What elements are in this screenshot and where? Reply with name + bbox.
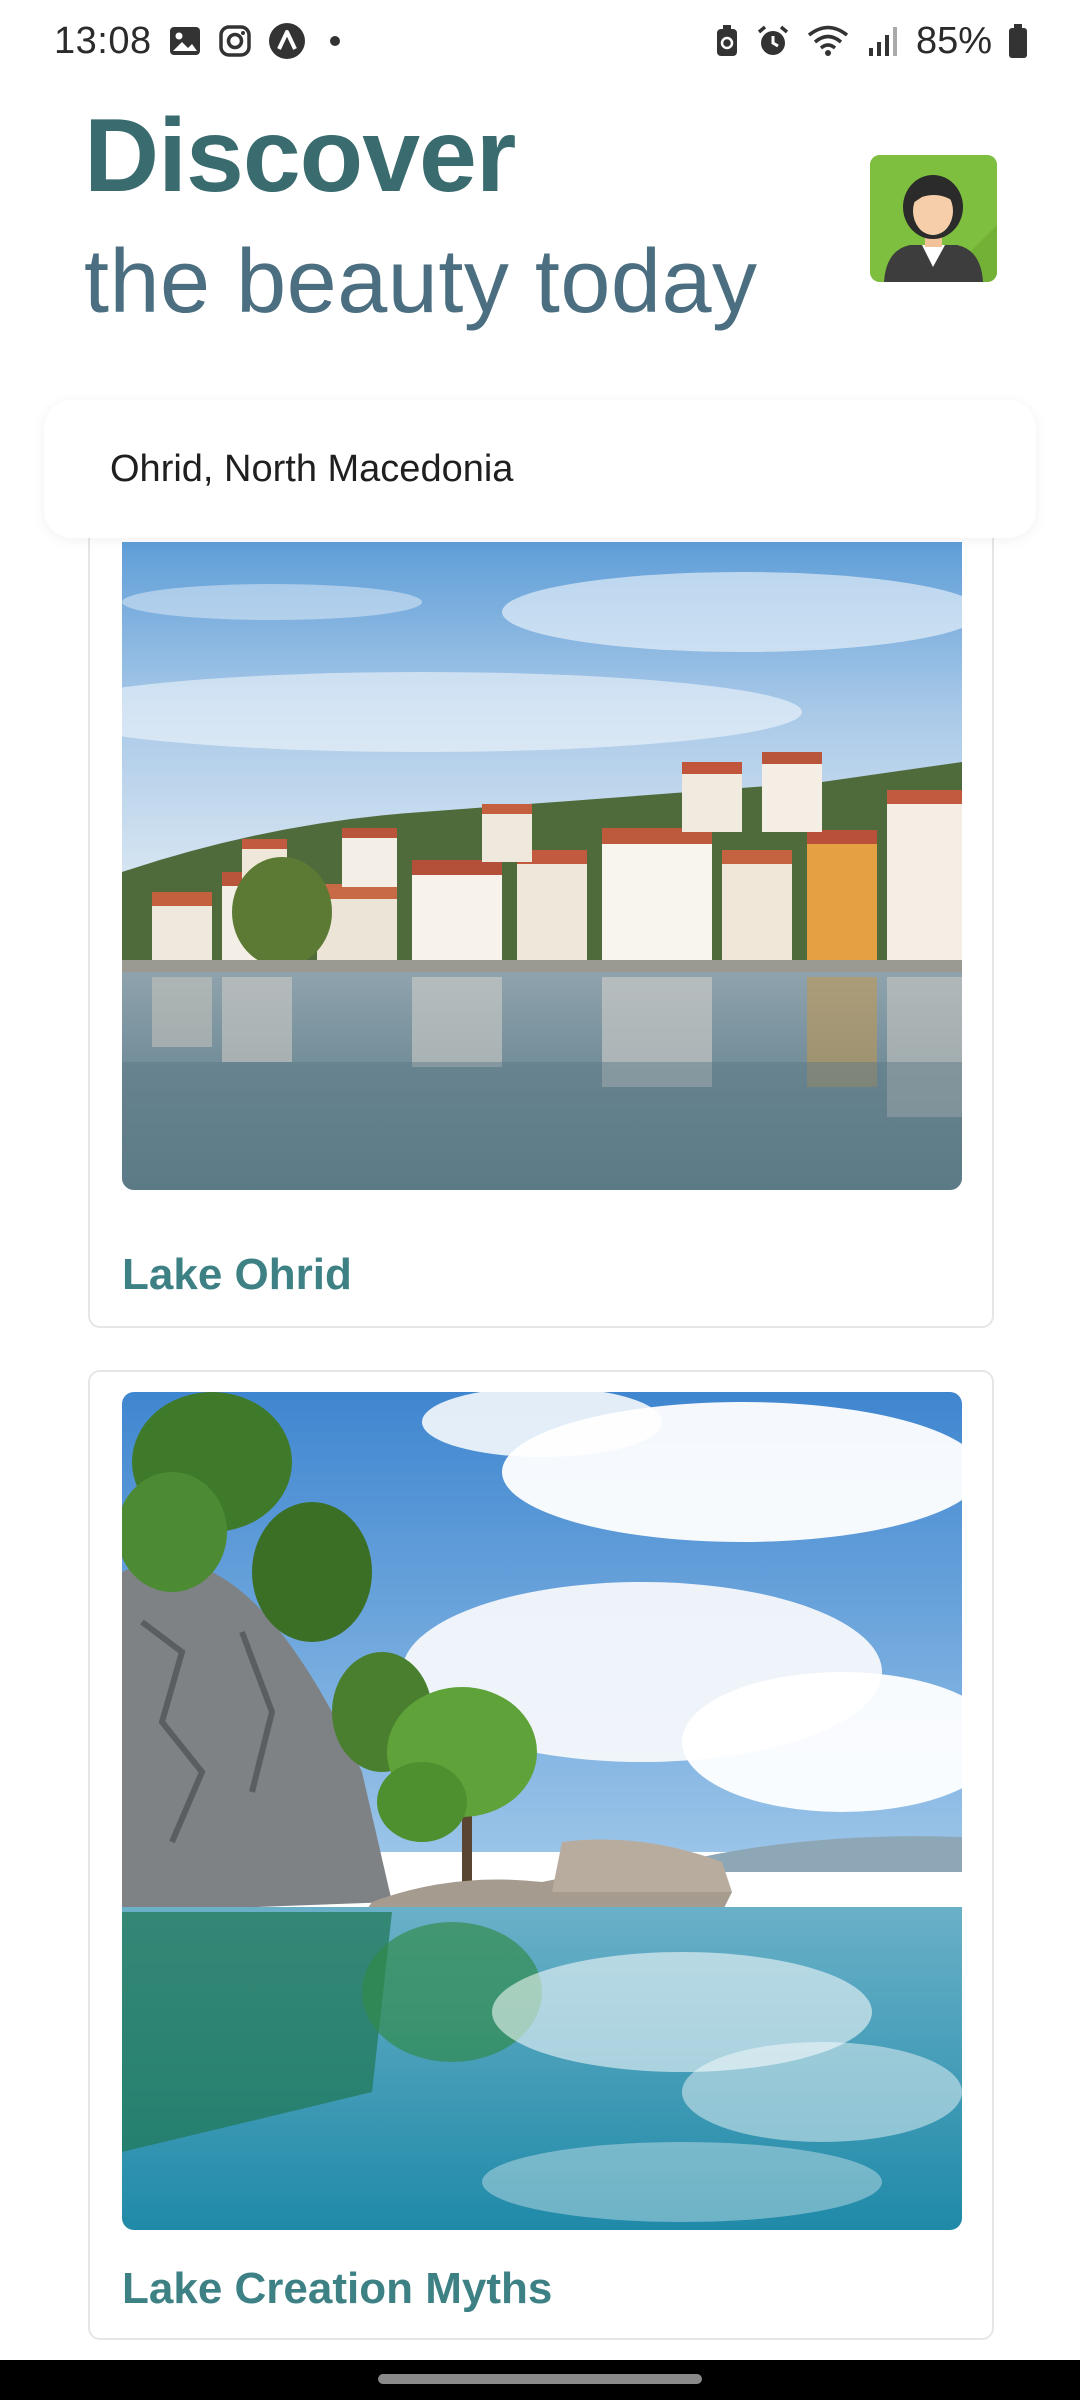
battery-percentage: 85% <box>915 19 992 62</box>
battery-icon <box>1008 23 1028 59</box>
place-card[interactable]: Lake Ohrid <box>88 470 994 1328</box>
instagram-icon <box>218 24 252 58</box>
status-bar: 13:08 85% <box>0 0 1080 82</box>
home-gesture-handle[interactable] <box>378 2374 702 2384</box>
status-right: 85% <box>714 20 1028 63</box>
system-navigation-bar <box>0 2360 1080 2400</box>
gallery-icon <box>168 24 202 58</box>
location-search-input[interactable]: Ohrid, North Macedonia <box>44 400 1036 538</box>
user-avatar-icon[interactable] <box>870 155 997 282</box>
place-card[interactable]: Lake Creation Myths <box>88 1370 994 2340</box>
wifi-icon <box>806 24 850 58</box>
status-time: 13:08 <box>54 19 152 62</box>
card-title: Lake Ohrid <box>122 1250 352 1299</box>
alarm-icon <box>756 24 790 58</box>
dot-icon <box>329 36 340 46</box>
header: Discover the beauty today <box>84 96 844 338</box>
page-subtitle: the beauty today <box>84 232 758 332</box>
status-left: 13:08 <box>54 20 340 63</box>
lake-cliff-tree-photo <box>122 1392 962 2230</box>
location-search-value: Ohrid, North Macedonia <box>110 447 514 490</box>
app-icon <box>268 22 306 60</box>
page-title: Discover <box>84 98 516 214</box>
app-screen: 13:08 85% Discover the beauty today Ohri… <box>0 0 1080 2400</box>
card-title: Lake Creation Myths <box>122 2264 553 2313</box>
signal-icon <box>866 24 900 58</box>
battery-saver-icon <box>714 24 740 58</box>
lake-ohrid-town-photo <box>122 542 962 1190</box>
